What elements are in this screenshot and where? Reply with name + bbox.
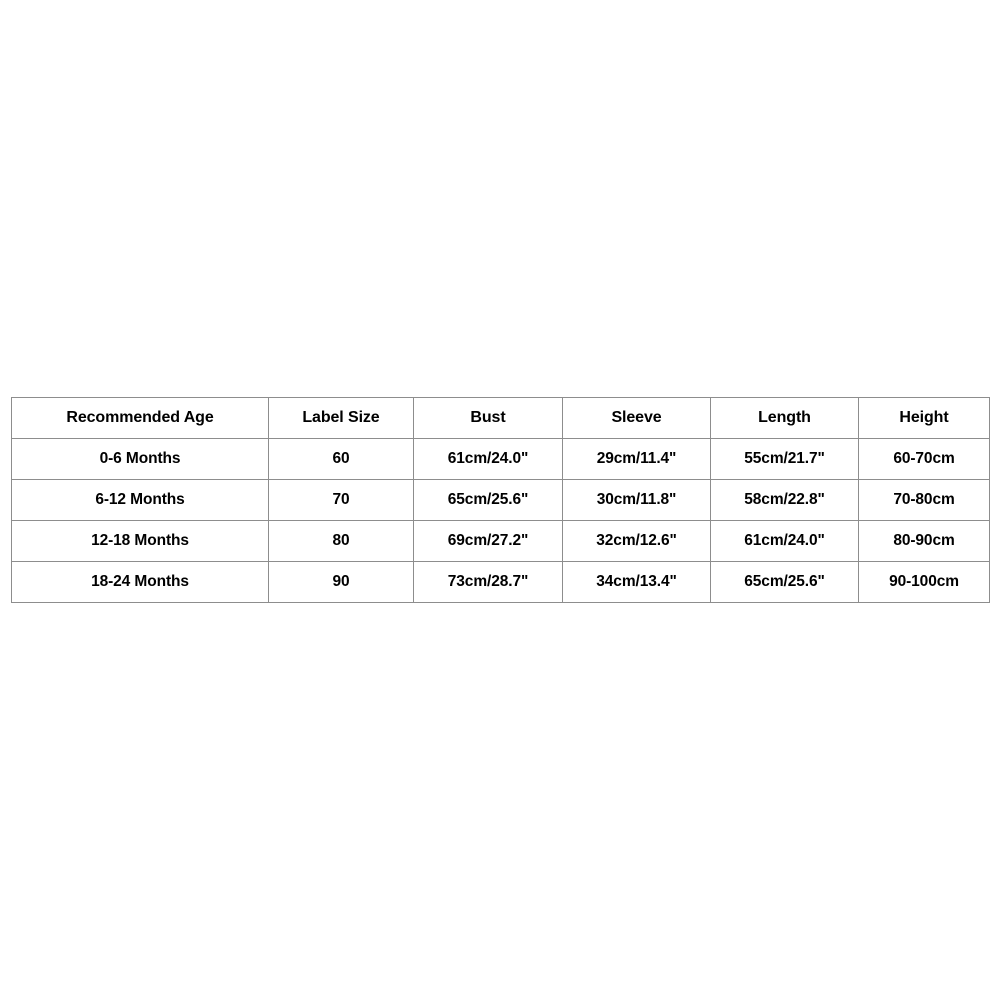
cell-recommended-age: 6-12 Months	[11, 479, 269, 521]
cell-bust: 65cm/25.6"	[413, 479, 563, 521]
column-header-sleeve: Sleeve	[562, 397, 711, 439]
table-header-row: Recommended Age Label Size Bust Sleeve L…	[11, 397, 990, 439]
cell-height: 90-100cm	[858, 561, 990, 603]
cell-length: 55cm/21.7"	[710, 438, 859, 480]
table-row: 6-12 Months 70 65cm/25.6" 30cm/11.8" 58c…	[11, 479, 990, 521]
cell-recommended-age: 18-24 Months	[11, 561, 269, 603]
cell-length: 58cm/22.8"	[710, 479, 859, 521]
table-row: 0-6 Months 60 61cm/24.0" 29cm/11.4" 55cm…	[11, 438, 990, 480]
cell-bust: 69cm/27.2"	[413, 520, 563, 562]
column-header-label-size: Label Size	[268, 397, 414, 439]
cell-sleeve: 32cm/12.6"	[562, 520, 711, 562]
cell-bust: 61cm/24.0"	[413, 438, 563, 480]
cell-height: 70-80cm	[858, 479, 990, 521]
cell-sleeve: 34cm/13.4"	[562, 561, 711, 603]
column-header-height: Height	[858, 397, 990, 439]
cell-label-size: 70	[268, 479, 414, 521]
table-row: 12-18 Months 80 69cm/27.2" 32cm/12.6" 61…	[11, 520, 990, 562]
column-header-bust: Bust	[413, 397, 563, 439]
cell-sleeve: 30cm/11.8"	[562, 479, 711, 521]
cell-recommended-age: 12-18 Months	[11, 520, 269, 562]
size-chart-table: Recommended Age Label Size Bust Sleeve L…	[11, 397, 990, 603]
cell-length: 65cm/25.6"	[710, 561, 859, 603]
cell-length: 61cm/24.0"	[710, 520, 859, 562]
cell-height: 60-70cm	[858, 438, 990, 480]
column-header-recommended-age: Recommended Age	[11, 397, 269, 439]
cell-label-size: 80	[268, 520, 414, 562]
column-header-length: Length	[710, 397, 859, 439]
table-header: Recommended Age Label Size Bust Sleeve L…	[11, 397, 990, 439]
cell-height: 80-90cm	[858, 520, 990, 562]
table-row: 18-24 Months 90 73cm/28.7" 34cm/13.4" 65…	[11, 561, 990, 603]
cell-bust: 73cm/28.7"	[413, 561, 563, 603]
cell-label-size: 90	[268, 561, 414, 603]
page-canvas: Recommended Age Label Size Bust Sleeve L…	[0, 0, 1000, 1000]
cell-sleeve: 29cm/11.4"	[562, 438, 711, 480]
cell-recommended-age: 0-6 Months	[11, 438, 269, 480]
cell-label-size: 60	[268, 438, 414, 480]
size-chart-container: Recommended Age Label Size Bust Sleeve L…	[11, 397, 990, 603]
table-body: 0-6 Months 60 61cm/24.0" 29cm/11.4" 55cm…	[11, 438, 990, 603]
